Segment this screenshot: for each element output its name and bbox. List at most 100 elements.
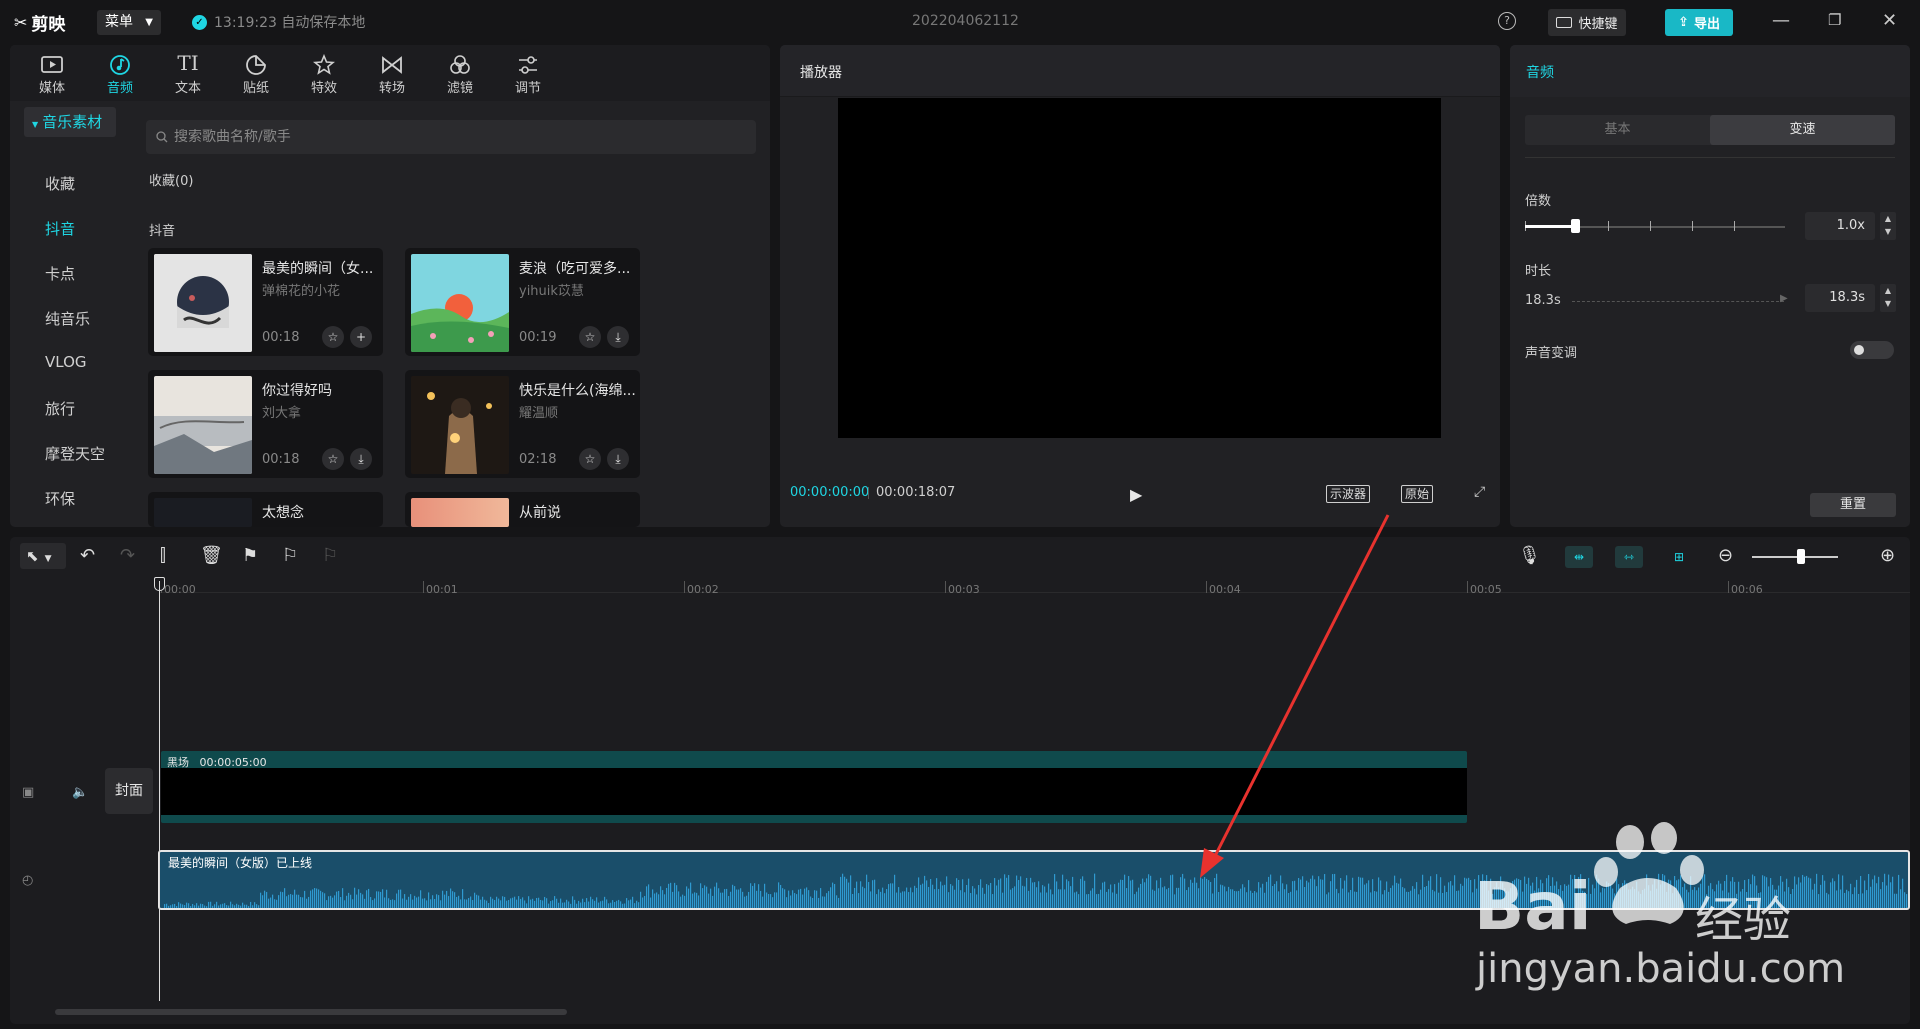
cover-button[interactable]: 封面	[105, 768, 153, 814]
waveform-bar	[346, 895, 348, 908]
download-icon[interactable]: ⤓	[607, 448, 629, 470]
reset-button[interactable]: 重置	[1810, 493, 1896, 517]
waveform-bar	[774, 892, 776, 908]
menu-label: 菜单	[105, 14, 133, 30]
duration-stepper-icon[interactable]: ▲ ▼	[1880, 284, 1896, 312]
scope-button[interactable]: 示波器	[1326, 485, 1371, 503]
waveform-bar	[834, 884, 836, 908]
reverse-icon[interactable]: ⚐	[322, 545, 338, 566]
preview-axis-icon[interactable]: ⊞	[1665, 546, 1693, 568]
video-clip[interactable]: 黑场 00:00:05:00	[161, 751, 1467, 823]
sidebar-item-travel[interactable]: 旅行	[45, 398, 75, 419]
tab-label: 媒体	[38, 81, 65, 96]
help-icon[interactable]: ?	[1498, 12, 1516, 30]
shortcut-button[interactable]: 快捷键	[1548, 9, 1626, 36]
waveform-bar	[1630, 889, 1632, 908]
original-ratio-button[interactable]: 原始	[1401, 485, 1434, 503]
song-card[interactable]: 最美的瞬间（女... 弹棉花的小花 00:18 ☆ +	[148, 248, 383, 356]
sidebar-item-vlog[interactable]: VLOG	[45, 353, 87, 371]
sidebar-item-modern-sky[interactable]: 摩登天空	[45, 443, 105, 464]
download-icon[interactable]: ⤓	[607, 326, 629, 348]
microphone-icon[interactable]: 🎙	[1518, 545, 1541, 566]
zoom-slider-handle[interactable]	[1797, 549, 1805, 564]
waveform-bar	[320, 890, 322, 908]
waveform-bar	[184, 905, 186, 908]
favorite-star-icon[interactable]: ☆	[579, 326, 601, 348]
auto-snap-icon[interactable]: ⇹	[1565, 546, 1593, 568]
song-card[interactable]: 你过得好吗 刘大拿 00:18 ☆ ⤓	[148, 370, 383, 478]
waveform-bar	[764, 883, 766, 908]
waveform-bar	[680, 896, 682, 908]
minimize-icon[interactable]: —	[1772, 10, 1790, 31]
tab-transition[interactable]: 转场	[364, 49, 420, 99]
mute-speaker-icon[interactable]: 🔈	[72, 785, 88, 800]
waveform-bar	[166, 903, 168, 908]
waveform-bar	[1584, 891, 1586, 908]
favorite-star-icon[interactable]: ☆	[579, 448, 601, 470]
fullscreen-icon[interactable]: ⤢	[1474, 484, 1485, 500]
tab-filter[interactable]: 滤镜	[432, 49, 488, 99]
close-icon[interactable]: ✕	[1882, 10, 1897, 31]
add-icon[interactable]: +	[350, 326, 372, 348]
tab-basic[interactable]: 基本	[1525, 115, 1710, 145]
zoom-in-icon[interactable]: ⊕	[1880, 545, 1895, 566]
tab-media[interactable]: 媒体	[24, 49, 80, 99]
sidebar-header-music[interactable]: ▼ 音乐素材	[24, 107, 116, 137]
zoom-slider-track[interactable]	[1752, 556, 1838, 558]
favorite-star-icon[interactable]: ☆	[322, 448, 344, 470]
speed-input[interactable]: 1.0x	[1805, 212, 1875, 240]
tab-audio[interactable]: 音频	[92, 49, 148, 99]
pitch-toggle[interactable]	[1850, 341, 1894, 359]
marker-icon[interactable]: ⚐	[282, 545, 298, 566]
slider-tick	[1650, 221, 1651, 231]
zoom-out-icon[interactable]: ⊖	[1718, 545, 1733, 566]
waveform-bar	[226, 905, 228, 908]
select-tool-button[interactable]: ⬉ ▼	[20, 543, 66, 569]
delete-icon[interactable]: 🗑	[200, 545, 223, 566]
song-card[interactable]: 快乐是什么(海绵... 耀温顺 02:18 ☆ ⤓	[405, 370, 640, 478]
waveform-bar	[182, 904, 184, 908]
undo-icon[interactable]: ↶	[80, 545, 95, 566]
link-icon[interactable]: ⇿	[1615, 546, 1643, 568]
search-input[interactable]	[174, 129, 734, 145]
video-track-icon[interactable]: ▣	[22, 785, 34, 800]
song-card[interactable]: 麦浪（吃可爱多... yihuik苡慧 00:19 ☆ ⤓	[405, 248, 640, 356]
audio-track-icon[interactable]: ◴	[22, 873, 33, 888]
waveform-bar	[1578, 877, 1580, 908]
favorite-star-icon[interactable]: ☆	[322, 326, 344, 348]
waveform-bar	[978, 885, 980, 908]
music-search[interactable]	[146, 120, 756, 154]
tab-text[interactable]: TI 文本	[160, 49, 216, 99]
play-icon[interactable]: ▶	[1130, 485, 1142, 504]
tab-sticker[interactable]: 贴纸	[228, 49, 284, 99]
horizontal-scrollbar[interactable]	[55, 1009, 567, 1015]
download-icon[interactable]: ⤓	[350, 448, 372, 470]
freeze-frame-icon[interactable]: ⚑	[242, 545, 258, 566]
waveform-bar	[1362, 877, 1364, 908]
tab-speed[interactable]: 变速	[1710, 115, 1895, 145]
speed-stepper-icon[interactable]: ▲ ▼	[1880, 212, 1896, 240]
tab-adjust[interactable]: 调节	[500, 49, 556, 99]
export-button[interactable]: ⇪ 导出	[1665, 9, 1733, 36]
song-card[interactable]: 从前说	[405, 492, 640, 527]
duration-input[interactable]: 18.3s	[1805, 284, 1875, 312]
tab-effects[interactable]: 特效	[296, 49, 352, 99]
sidebar-item-douyin[interactable]: 抖音	[45, 218, 75, 239]
video-preview[interactable]	[838, 98, 1441, 438]
restore-icon[interactable]: ❐	[1828, 11, 1841, 29]
audio-clip[interactable]: 最美的瞬间（女版）已上线	[158, 850, 1910, 910]
menu-button[interactable]: 菜单 ▼	[97, 10, 161, 35]
waveform-bar	[682, 894, 684, 908]
redo-icon[interactable]: ↷	[120, 545, 135, 566]
speed-slider-handle[interactable]	[1571, 219, 1580, 233]
waveform-bar	[1136, 891, 1138, 908]
sidebar-item-favorites[interactable]: 收藏	[45, 173, 75, 194]
sidebar-item-eco[interactable]: 环保	[45, 488, 75, 509]
split-icon[interactable]: ⫿	[160, 545, 166, 566]
sidebar-item-beat[interactable]: 卡点	[45, 263, 75, 284]
sidebar-item-pure-music[interactable]: 纯音乐	[45, 308, 90, 329]
time-ruler[interactable]: 00:00 00:01 00:02 00:03 00:04 00:05 00:0…	[160, 579, 1910, 596]
song-card[interactable]: 太想念	[148, 492, 383, 527]
waveform-bar	[826, 893, 828, 908]
waveform-bar	[994, 878, 996, 908]
